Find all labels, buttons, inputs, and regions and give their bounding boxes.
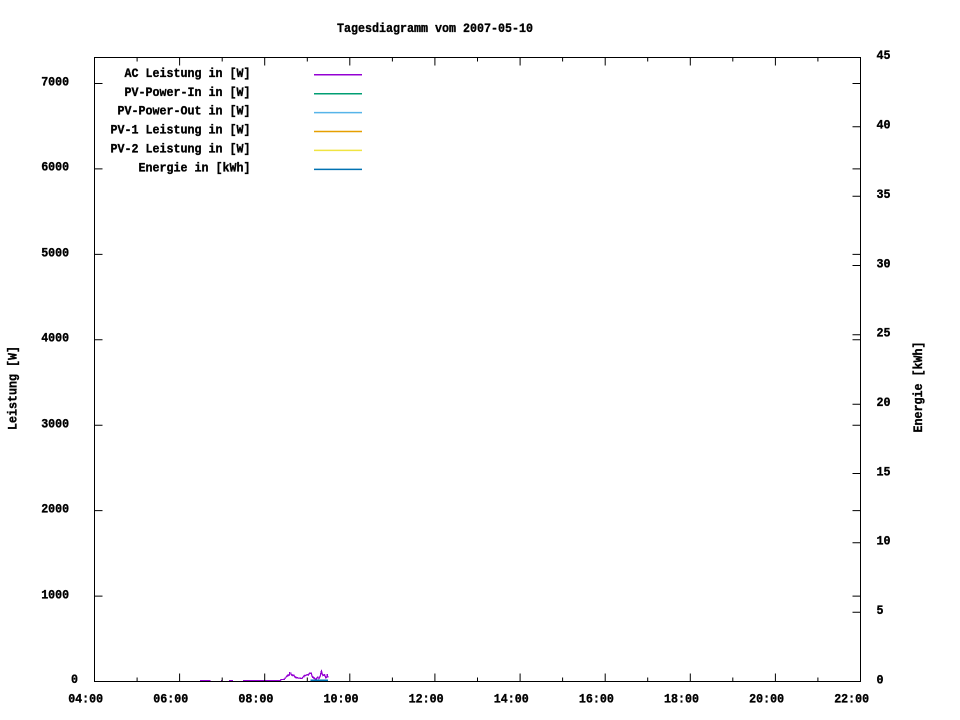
- svg-text:Tagesdiagramm vom 2007-05-10: Tagesdiagramm vom 2007-05-10: [337, 21, 533, 36]
- svg-text:08:00: 08:00: [238, 692, 273, 707]
- svg-text:10:00: 10:00: [324, 692, 359, 707]
- svg-text:6000: 6000: [41, 160, 69, 175]
- svg-text:Energie [kWh]: Energie [kWh]: [911, 342, 926, 433]
- svg-text:18:00: 18:00: [664, 692, 699, 707]
- svg-text:PV-1 Leistung in [W]: PV-1 Leistung in [W]: [111, 123, 251, 138]
- svg-text:PV-Power-Out in [W]: PV-Power-Out in [W]: [118, 104, 251, 119]
- svg-text:15: 15: [877, 465, 891, 480]
- svg-text:16:00: 16:00: [579, 692, 614, 707]
- svg-text:0: 0: [71, 672, 78, 687]
- svg-text:PV-Power-In in [W]: PV-Power-In in [W]: [125, 85, 251, 100]
- svg-text:5000: 5000: [41, 246, 69, 261]
- svg-text:AC Leistung in [W]: AC Leistung in [W]: [125, 66, 251, 81]
- svg-text:20: 20: [877, 395, 891, 410]
- svg-text:12:00: 12:00: [409, 692, 444, 707]
- svg-text:04:00: 04:00: [68, 692, 103, 707]
- svg-text:06:00: 06:00: [153, 692, 188, 707]
- svg-text:25: 25: [877, 326, 891, 341]
- svg-text:5: 5: [877, 603, 884, 618]
- svg-text:Leistung [W]: Leistung [W]: [6, 346, 21, 430]
- svg-text:Energie in [kWh]: Energie in [kWh]: [139, 160, 251, 175]
- svg-text:3000: 3000: [41, 417, 69, 432]
- svg-text:14:00: 14:00: [494, 692, 529, 707]
- svg-text:7000: 7000: [41, 75, 69, 90]
- svg-text:0: 0: [877, 673, 884, 688]
- svg-text:45: 45: [877, 48, 891, 63]
- svg-text:10: 10: [877, 534, 891, 549]
- svg-text:4000: 4000: [41, 331, 69, 346]
- svg-text:40: 40: [877, 118, 891, 133]
- svg-text:PV-2 Leistung in [W]: PV-2 Leistung in [W]: [111, 142, 251, 157]
- svg-text:2000: 2000: [41, 502, 69, 517]
- svg-text:30: 30: [877, 257, 891, 272]
- svg-text:35: 35: [877, 187, 891, 202]
- svg-text:1000: 1000: [41, 588, 69, 603]
- svg-text:20:00: 20:00: [749, 692, 784, 707]
- svg-text:22:00: 22:00: [834, 692, 869, 707]
